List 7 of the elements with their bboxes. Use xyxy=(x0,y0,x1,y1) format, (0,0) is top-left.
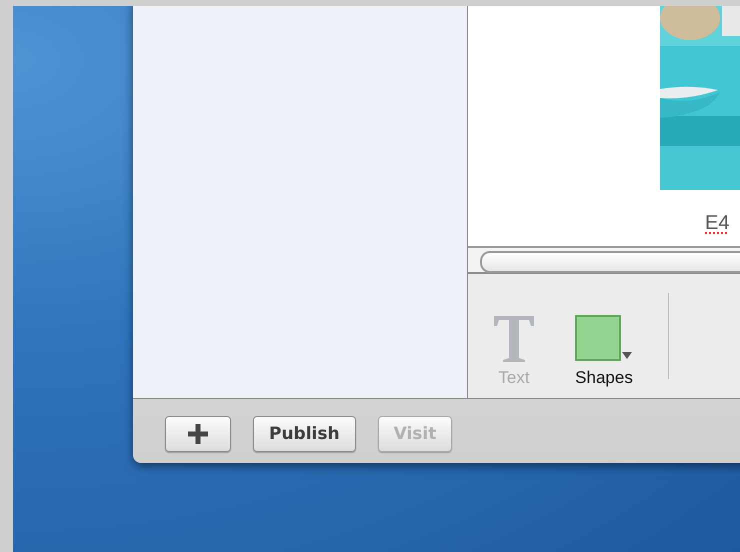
caption-text: E4 xyxy=(705,212,730,235)
bar-button[interactable]: Publish xyxy=(253,416,356,452)
scrollbar[interactable] xyxy=(480,251,740,273)
add-button[interactable] xyxy=(165,416,231,452)
shapes-tool[interactable]: Shapes xyxy=(568,314,640,388)
text-icon xyxy=(492,314,536,364)
plus-icon xyxy=(188,424,208,444)
